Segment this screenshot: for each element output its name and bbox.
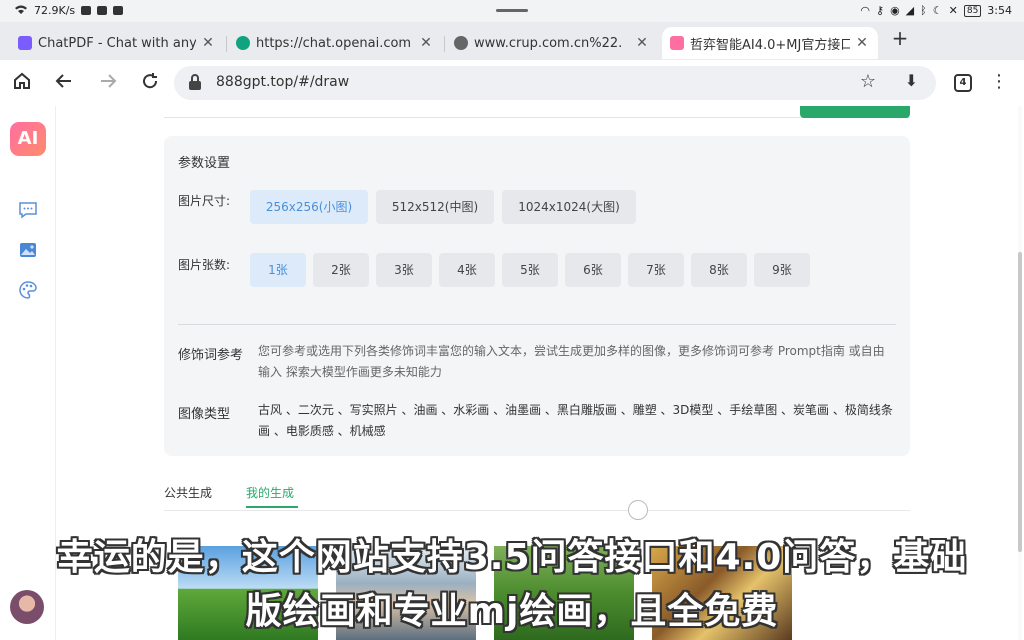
back-icon[interactable] [52,71,76,95]
clock: 3:54 [987,4,1012,17]
size-option-1024[interactable]: 1024x1024(大图) [502,190,636,224]
count-option-8[interactable]: 8张 [691,253,747,287]
reload-icon[interactable] [138,71,162,95]
url-text: 888gpt.top/#/draw [216,74,350,90]
close-icon[interactable]: ✕ [854,35,870,51]
image-icon[interactable] [18,240,38,260]
ai-icon [670,36,684,50]
loading-indicator [628,500,648,520]
size-label: 图片尺寸: [178,194,231,208]
app-logo[interactable]: AI [10,122,46,156]
tab-crup[interactable]: www.crup.com.cn%22. ✕ [446,27,658,59]
close-icon[interactable]: ✕ [418,35,434,51]
subtitle-line-2: 版绘画和专业mj绘画，且全免费 [245,591,779,632]
moon-icon: ☾ [932,4,943,17]
count-option-1[interactable]: 1张 [250,253,306,287]
headphone-icon: ◠ [860,4,870,17]
app-icon [113,6,124,15]
count-option-4[interactable]: 4张 [439,253,495,287]
more-menu-icon[interactable]: ⋮ [990,71,1008,95]
params-title: 参数设置 [178,156,231,171]
tab-title: ChatPDF - Chat with any PDF [38,35,196,51]
lock-icon [188,74,204,92]
mute-icon: ✕ [948,4,958,17]
home-icon[interactable] [10,71,34,95]
address-bar[interactable]: 888gpt.top/#/draw ☆ ⬇ [174,66,936,100]
forward-icon[interactable] [96,71,120,95]
tab-title: https://chat.openai.com [256,35,412,51]
image-type-list[interactable]: 古风 、二次元 、写实照片 、油画 、水彩画 、油墨画 、黑白雕版画 、雕塑 、… [258,400,894,442]
divider [178,324,896,325]
count-option-9[interactable]: 9张 [754,253,810,287]
count-option-3[interactable]: 3张 [376,253,432,287]
subtitle-line-1: 幸运的是，这个网站支持3.5问答接口和4.0问答，基础 [56,537,968,578]
count-label: 图片张数: [178,258,231,272]
download-icon[interactable]: ⬇ [905,71,918,90]
params-panel: 参数设置 图片尺寸: 256x256(小图) 512x512(中图) 1024x… [164,136,910,456]
size-option-512[interactable]: 512x512(中图) [376,190,494,224]
scrollbar-thumb[interactable] [1018,252,1022,552]
network-speed: 72.9K/s [34,4,76,17]
size-option-256[interactable]: 256x256(小图) [250,190,368,224]
chat-bubble-icon[interactable] [18,200,38,220]
status-bar: 72.9K/s ◠ ⚷ ◉ ◢ ᛒ ☾ ✕ 85 3:54 [0,0,1024,22]
notification-icon [81,6,92,15]
tabs-divider [164,510,910,511]
generate-button[interactable] [800,106,910,118]
count-option-7[interactable]: 7张 [628,253,684,287]
count-option-2[interactable]: 2张 [313,253,369,287]
wechat-icon [97,6,108,15]
modifier-label: 修饰词参考 [178,348,244,363]
tab-switcher-button[interactable]: 4 [954,74,972,92]
signal-icon: ◢ [905,4,915,17]
tab-openai[interactable]: https://chat.openai.com ✕ [228,27,442,59]
count-option-5[interactable]: 5张 [502,253,558,287]
image-type-label: 图像类型 [178,407,231,422]
close-icon[interactable]: ✕ [200,35,216,51]
wifi-icon [14,4,28,17]
active-tab-indicator [246,506,298,508]
status-bar-handle [496,9,528,12]
count-option-6[interactable]: 6张 [565,253,621,287]
bookmark-star-icon[interactable]: ☆ [860,71,876,92]
eye-icon: ◉ [890,4,900,17]
tab-public-generation[interactable]: 公共生成 [164,484,212,501]
tab-chatpdf[interactable]: ChatPDF - Chat with any PDF ✕ [10,27,224,59]
tab-title: www.crup.com.cn%22. [474,35,623,51]
tab-active[interactable]: 哲弈智能AI4.0+MJ官方接口 ✕ [662,27,878,59]
close-icon[interactable]: ✕ [634,35,650,51]
new-tab-button[interactable]: + [890,28,910,49]
palette-icon[interactable] [18,280,38,300]
battery-icon: 85 [963,4,982,17]
tab-my-generation[interactable]: 我的生成 [246,484,294,501]
key-icon: ⚷ [876,4,885,17]
openai-icon [236,36,250,50]
tab-bar: ChatPDF - Chat with any PDF ✕ https://ch… [0,22,1024,60]
tab-title: 哲弈智能AI4.0+MJ官方接口 [690,37,850,53]
bluetooth-icon: ᛒ [920,4,927,17]
globe-icon [454,36,468,50]
chatpdf-icon [18,36,32,50]
prompt-input-area[interactable] [164,96,910,118]
modifier-hint: 您可参考或选用下列各类修饰词丰富您的输入文本，尝试生成更加多样的图像，更多修饰词… [258,344,885,379]
